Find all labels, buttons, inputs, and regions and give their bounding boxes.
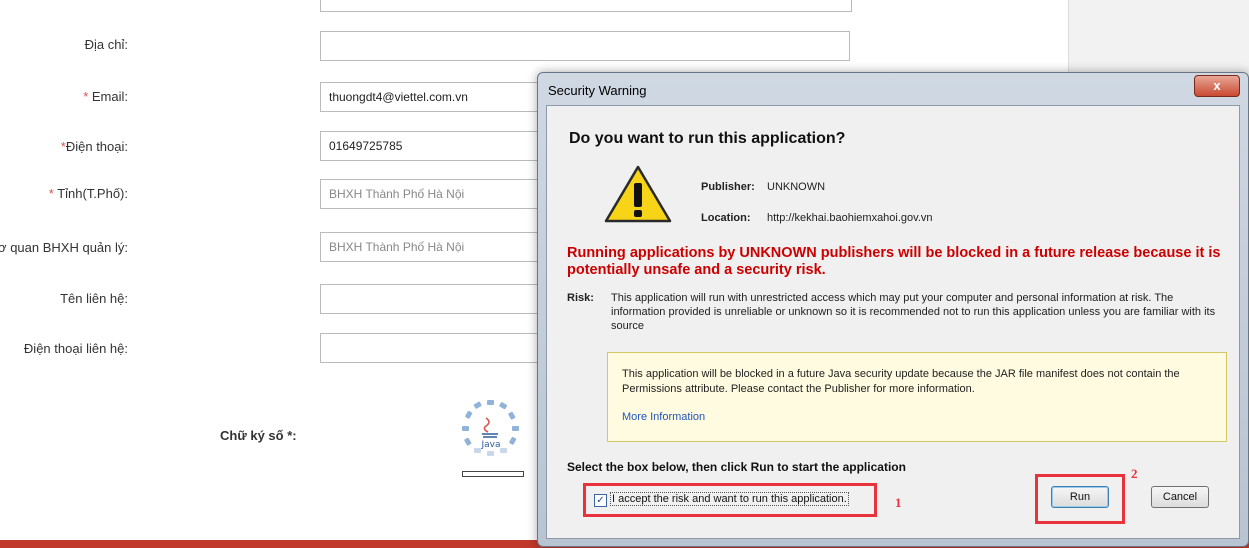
cancel-button[interactable]: Cancel [1151,486,1209,508]
java-logo-icon: Java [458,398,524,458]
contact-phone-label-text: Điện thoại liên hệ: [23,341,128,356]
more-information-link[interactable]: More Information [622,411,705,423]
warning-icon [603,164,673,227]
agency-label: * Cơ quan BHXH quản lý: [0,240,128,255]
location-label: Location: [701,212,751,224]
province-label-text: Tỉnh(T.Phố): [57,186,128,201]
instruction-text: Select the box below, then click Run to … [567,460,906,474]
run-button[interactable]: Run [1051,486,1109,508]
dialog-body: Do you want to run this application? Pub… [546,105,1240,539]
risk-label: Risk: [567,292,594,304]
province-label: * Tỉnh(T.Phố): [49,186,128,201]
notice-box: This application will be blocked in a fu… [607,352,1227,442]
danger-message: Running applications by UNKNOWN publishe… [567,245,1221,278]
close-icon[interactable]: x [1194,75,1240,97]
contact-name-label: Tên liên hệ: [60,291,128,306]
address-label: Địa chỉ: [85,37,128,52]
location-value: http://kekhai.baohiemxahoi.gov.vn [767,212,933,224]
agency-label-text: Cơ quan BHXH quản lý: [0,240,128,255]
publisher-label: Publisher: [701,181,755,193]
location-row: Location: http://kekhai.baohiemxahoi.gov.… [701,212,933,224]
dialog-title: Security Warning [548,83,647,98]
risk-text: This application will run with unrestric… [611,292,1216,332]
required-mark: * [83,89,89,104]
security-warning-dialog: Security Warning x Do you want to run th… [537,72,1249,547]
step-1-marker: 1 [895,495,902,510]
risk-section: Risk: This application will run with unr… [567,291,1229,333]
previous-field[interactable] [320,0,852,12]
step-2-marker: 2 [1131,466,1138,481]
accept-checkbox-label[interactable]: I accept the risk and want to run this a… [610,492,849,506]
phone-label-text: Điện thoại: [65,139,128,154]
accept-highlight: ✓ I accept the risk and want to run this… [583,483,877,517]
email-label-text: Email: [91,89,128,104]
notice-text: This application will be blocked in a fu… [622,368,1180,395]
dialog-question: Do you want to run this application? [569,130,846,147]
required-mark: * [48,186,54,201]
address-label-text: Địa chỉ: [84,37,128,52]
publisher-row: Publisher: UNKNOWN [701,181,825,193]
signature-label: Chữ ký số *: [220,428,297,443]
java-text: Java [480,440,500,450]
address-input[interactable] [320,31,850,61]
publisher-value: UNKNOWN [767,181,826,193]
checkbox-icon[interactable]: ✓ [594,494,607,507]
contact-phone-label: Điện thoại liên hệ: [24,341,128,356]
phone-label: *Điện thoại: [61,139,128,154]
loading-bar [462,471,524,477]
email-label: * Email: [83,89,128,104]
contact-name-label-text: Tên liên hệ: [60,291,128,306]
